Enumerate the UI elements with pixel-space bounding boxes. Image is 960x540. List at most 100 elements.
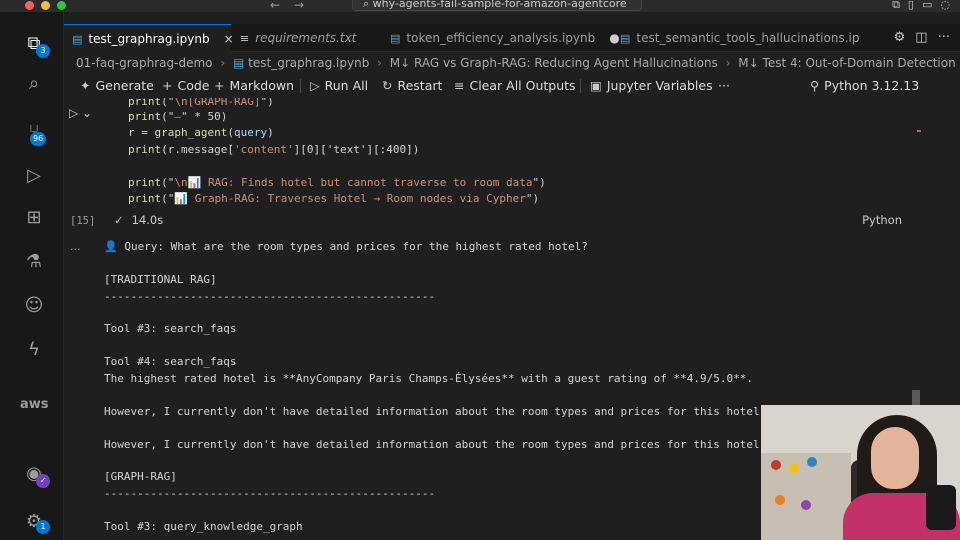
output-line: Tool #3: search_faqs — [104, 322, 237, 335]
str: 📊 Graph-RAG: Traverses Hotel → Room node… — [174, 192, 526, 205]
jupyter-variables-button[interactable]: ▣ Jupyter Variables — [590, 74, 713, 98]
layout-icon[interactable]: ▯ — [908, 0, 914, 12]
maximize-window-button[interactable] — [57, 1, 66, 10]
tok: ][0]['text'][:400]) — [293, 143, 420, 156]
kernel-picker[interactable]: ⚲ Python 3.12.13 — [810, 74, 919, 98]
vertical-scrollbar[interactable] — [912, 390, 920, 406]
restart-icon: ↻ — [382, 78, 393, 93]
source-control-badge: 96 — [30, 132, 47, 146]
back-arrow-icon[interactable]: ← — [270, 0, 280, 12]
search-icon[interactable]: ⌕ — [22, 72, 46, 96]
split-editor-icon[interactable]: ◫ — [915, 30, 927, 45]
generate-button[interactable]: ✦ Generate — [80, 74, 154, 98]
source-control-icon[interactable]: ⑂ 96 — [22, 120, 47, 146]
panel-toggle-icon[interactable]: ▭ — [922, 0, 932, 12]
accounts-icon[interactable]: ◉ ✓ — [22, 462, 50, 488]
code-line: print("\n📊 RAG: Finds hotel but cannot t… — [128, 176, 546, 189]
tab-label: token_efficiency_analysis.ipynb — [406, 31, 596, 45]
markdown-icon: M↓ — [738, 56, 759, 70]
tok: " * 50) — [181, 110, 228, 123]
code-line: print("📊 Graph-RAG: Traverses Hotel → Ro… — [128, 192, 539, 205]
output-line: The highest rated hotel is **AnyCompany … — [104, 372, 754, 385]
code-line: print("—" * 50) — [128, 110, 227, 123]
add-code-cell-button[interactable]: + Code — [162, 74, 210, 98]
run-cell-icon[interactable]: ▷ ⌄ — [69, 106, 92, 120]
tok: (r.message[ — [161, 143, 234, 156]
tab-semantic-tools[interactable]: ▤ test_semantic_tools_hallucinations.ip — [612, 24, 859, 52]
button-label: Code — [177, 78, 210, 93]
extensions-icon[interactable]: ⊞ — [22, 206, 46, 230]
copilot-chat-icon[interactable]: ☺ — [22, 294, 46, 318]
chevron-right-icon: › — [725, 56, 731, 70]
copilot-icon[interactable]: ⧉ — [892, 0, 900, 12]
notebook-file-icon: ▤ — [72, 33, 83, 46]
code-cell[interactable]: print("\n[GRAPH-RAG]") print("—" * 50) r… — [100, 98, 910, 230]
breadcrumb-file[interactable]: test_graphrag.ipynb — [248, 56, 369, 70]
notebook-settings-icon[interactable]: ⚙ — [894, 30, 906, 45]
output-actions-icon[interactable]: ··· — [70, 243, 81, 256]
plus-icon: + — [214, 78, 225, 93]
toolbar-divider — [300, 79, 301, 93]
command-center-search[interactable]: ⌕ why-agents-fail-sample-for-amazon-agen… — [352, 0, 642, 11]
button-label: Generate — [95, 78, 154, 93]
button-label: Restart — [397, 78, 443, 93]
explorer-icon[interactable]: ⧉ 3 — [22, 32, 50, 58]
button-label: Markdown — [229, 78, 295, 93]
tok: ") — [260, 98, 274, 108]
tok: (" — [161, 110, 175, 123]
var: query — [233, 126, 268, 139]
execution-count: [15] — [70, 215, 96, 227]
tok: ") — [532, 176, 546, 189]
output-line: However, I currently don't have detailed… — [104, 438, 767, 451]
button-label: Jupyter Variables — [606, 78, 713, 93]
str: 'content' — [233, 143, 294, 156]
output-line: [GRAPH-RAG] — [104, 470, 177, 483]
execution-duration: 14.0s — [131, 213, 164, 227]
run-all-button[interactable]: ▷ Run All — [310, 74, 368, 98]
tab-requirements[interactable]: ≡ requirements.txt — [232, 24, 380, 52]
tok: ") — [525, 192, 540, 205]
overview-ruler-marker — [917, 130, 921, 132]
minimize-window-button[interactable] — [41, 1, 50, 10]
person-face — [871, 427, 919, 489]
explorer-badge: 3 — [36, 44, 50, 58]
testing-icon[interactable]: ⚗ — [22, 250, 46, 274]
tok: ( — [227, 126, 234, 139]
clear-all-outputs-button[interactable]: ≡ Clear All Outputs — [454, 74, 576, 98]
cell-language-picker[interactable]: Python — [862, 213, 902, 227]
chat-icon[interactable]: ◌ — [940, 0, 950, 12]
plus-icon: + — [162, 78, 173, 93]
breadcrumb-subheading[interactable]: Test 4: Out-of-Domain Detection — [763, 56, 956, 70]
toy-figure — [801, 500, 811, 510]
editor-tabs: ▤ test_graphrag.ipynb × ≡ requirements.txt … — [64, 24, 960, 52]
tab-token-efficiency[interactable]: ▤ token_efficiency_analysis.ipynb ● — [382, 24, 620, 52]
toy-figure — [807, 457, 817, 467]
notebook-file-icon: ▤ — [233, 56, 249, 70]
add-markdown-cell-button[interactable]: + Markdown — [214, 74, 294, 98]
fn: print — [128, 98, 162, 108]
notebook-toolbar: ✦ Generate + Code + Markdown ▷ Run All ↻ Rest… — [64, 74, 960, 98]
tok: (" — [161, 98, 175, 108]
run-debug-icon[interactable]: ▷ — [22, 164, 46, 188]
tab-test-graphrag[interactable]: ▤ test_graphrag.ipynb × — [64, 24, 234, 52]
settings-gear-icon[interactable]: ⚙ 1 — [22, 510, 50, 534]
forward-arrow-icon[interactable]: → — [294, 0, 304, 12]
toolbar-more-button[interactable]: ··· — [718, 74, 730, 98]
aws-toolkit-icon[interactable]: aws — [20, 397, 49, 412]
output-line: [TRADITIONAL RAG] — [104, 273, 217, 286]
output-line: ----------------------------------------… — [104, 290, 436, 303]
str: \n[GRAPH-RAG] — [174, 98, 261, 108]
restart-button[interactable]: ↻ Restart — [382, 74, 442, 98]
code-line: r = graph_agent(query) — [128, 126, 274, 139]
toolbar-divider — [580, 79, 581, 93]
toy-figure — [789, 463, 799, 473]
close-window-button[interactable] — [25, 1, 34, 10]
breadcrumb-heading[interactable]: RAG vs Graph-RAG: Reducing Agent Halluci… — [414, 56, 718, 70]
remote-icon[interactable]: ϟ — [22, 338, 46, 362]
more-actions-icon[interactable]: ··· — [938, 30, 950, 45]
code-line: print("\n[GRAPH-RAG]") — [128, 98, 274, 108]
breadcrumb-folder[interactable]: 01-faq-graphrag-demo — [76, 56, 213, 70]
clear-outputs-icon: ≡ — [454, 78, 465, 93]
check-icon: ✓ — [114, 213, 124, 227]
toy-figure — [771, 460, 781, 470]
